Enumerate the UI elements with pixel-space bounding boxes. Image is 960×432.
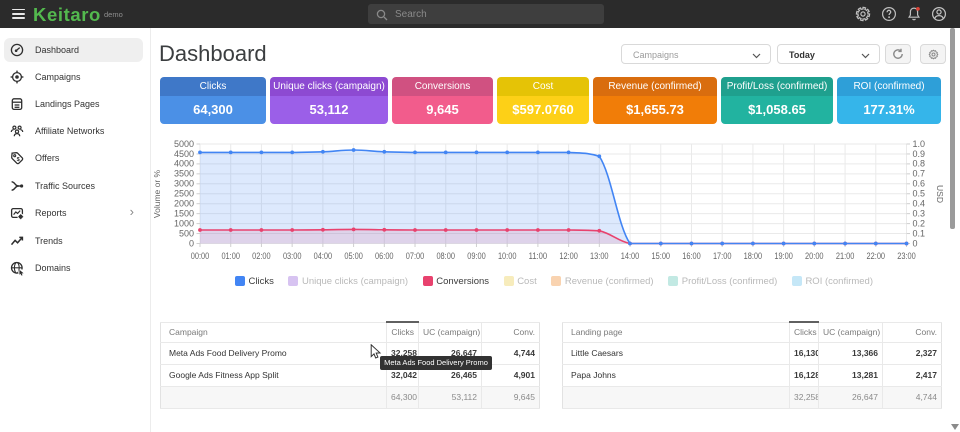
svg-text:14:00: 14:00 (621, 251, 640, 261)
svg-text:01:00: 01:00 (221, 251, 240, 261)
svg-text:0.1: 0.1 (913, 228, 926, 238)
svg-text:08:00: 08:00 (436, 251, 455, 261)
svg-text:0: 0 (189, 238, 194, 248)
svg-text:2500: 2500 (174, 189, 194, 199)
svg-text:12:00: 12:00 (559, 251, 578, 261)
svg-text:0.8: 0.8 (913, 159, 926, 169)
svg-text:13:00: 13:00 (590, 251, 609, 261)
svg-text:4000: 4000 (174, 159, 194, 169)
svg-text:23:00: 23:00 (897, 251, 916, 261)
svg-text:0.4: 0.4 (913, 199, 926, 209)
svg-text:04:00: 04:00 (314, 251, 333, 261)
svg-text:06:00: 06:00 (375, 251, 394, 261)
svg-text:16:00: 16:00 (682, 251, 701, 261)
svg-text:09:00: 09:00 (467, 251, 486, 261)
svg-text:07:00: 07:00 (406, 251, 425, 261)
svg-text:0.7: 0.7 (913, 169, 926, 179)
svg-text:0.3: 0.3 (913, 208, 926, 218)
svg-text:5000: 5000 (174, 139, 194, 149)
svg-text:19:00: 19:00 (774, 251, 793, 261)
svg-text:20:00: 20:00 (805, 251, 824, 261)
svg-text:0.2: 0.2 (913, 218, 926, 228)
svg-text:05:00: 05:00 (344, 251, 363, 261)
svg-text:02:00: 02:00 (252, 251, 271, 261)
svg-text:0.5: 0.5 (913, 189, 926, 199)
svg-text:4500: 4500 (174, 149, 194, 159)
svg-text:11:00: 11:00 (529, 251, 548, 261)
svg-text:22:00: 22:00 (867, 251, 886, 261)
svg-text:0.6: 0.6 (913, 179, 926, 189)
svg-text:USD: USD (935, 185, 945, 203)
svg-text:18:00: 18:00 (744, 251, 763, 261)
svg-text:0: 0 (913, 238, 918, 248)
svg-text:500: 500 (179, 228, 194, 238)
svg-text:03:00: 03:00 (283, 251, 302, 261)
svg-text:10:00: 10:00 (498, 251, 517, 261)
svg-text:3500: 3500 (174, 169, 194, 179)
svg-text:2000: 2000 (174, 199, 194, 209)
svg-text:21:00: 21:00 (836, 251, 855, 261)
svg-text:1000: 1000 (174, 218, 194, 228)
svg-text:15:00: 15:00 (652, 251, 671, 261)
svg-text:1.0: 1.0 (913, 139, 926, 149)
svg-text:3000: 3000 (174, 179, 194, 189)
svg-text:00:00: 00:00 (191, 251, 210, 261)
svg-text:$: $ (17, 157, 20, 163)
svg-text:0.9: 0.9 (913, 149, 926, 159)
svg-text:1500: 1500 (174, 208, 194, 218)
svg-text:Volume or %: Volume or % (152, 169, 162, 218)
svg-text:17:00: 17:00 (713, 251, 732, 261)
